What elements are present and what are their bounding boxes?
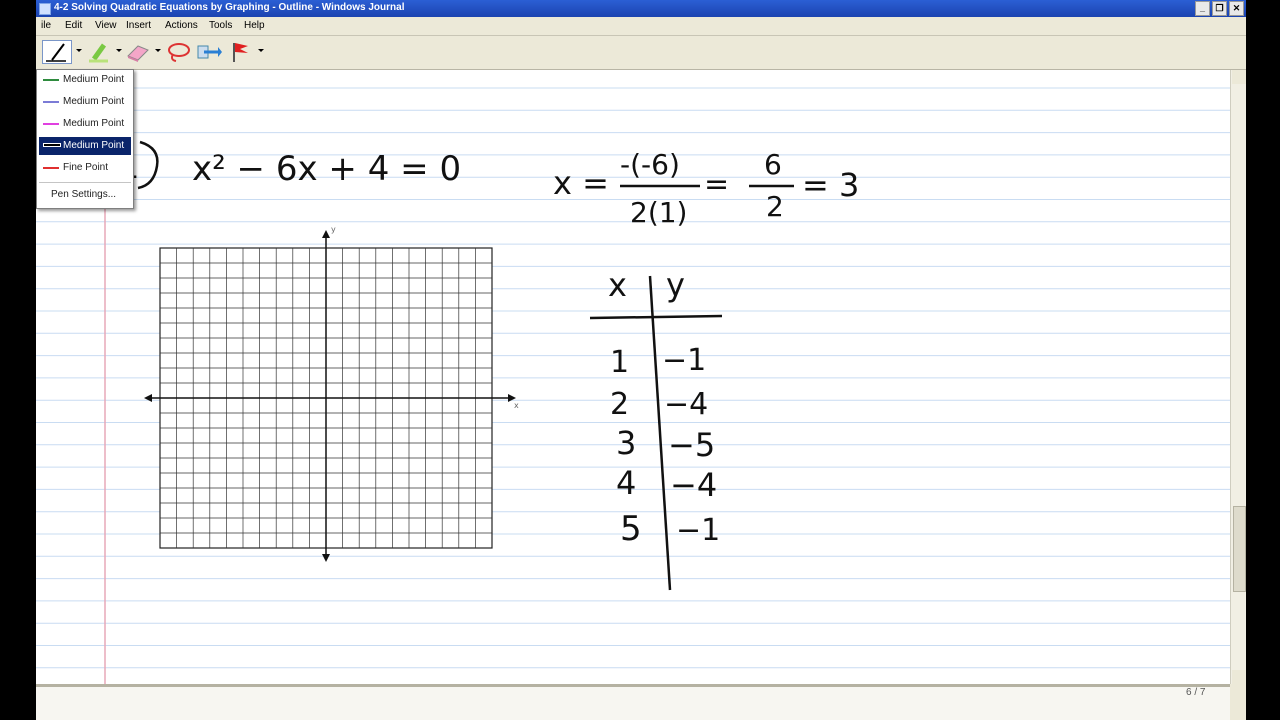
menu-separator	[39, 182, 131, 183]
y-axis-down-arrow	[322, 554, 330, 562]
scroll-down-button[interactable]	[1232, 670, 1246, 684]
insert-space-icon	[197, 45, 222, 59]
menu-actions[interactable]: Actions	[165, 20, 198, 31]
pen-menu-item-green[interactable]: Medium Point	[39, 71, 131, 89]
table-row-2-y: −4	[664, 387, 708, 422]
y-axis-label: y	[331, 225, 336, 234]
table-header-x: x	[608, 266, 627, 304]
table-row-2-x: 2	[610, 387, 629, 422]
x-axis-left-arrow	[144, 394, 152, 402]
eraser-icon	[127, 45, 149, 62]
menu-help[interactable]: Help	[244, 20, 265, 31]
pen-tool-button[interactable]	[42, 40, 72, 64]
page-status-bar: 6 / 7	[36, 684, 1230, 720]
black-pen-swatch	[43, 143, 61, 147]
journal-window: 4-2 Solving Quadratic Equations by Graph…	[36, 0, 1246, 720]
scrollbar-corner	[1230, 684, 1246, 720]
menu-bar: ile Edit View Insert Actions Tools Help	[36, 17, 1246, 36]
magenta-pen-swatch	[43, 123, 59, 125]
left-black-border	[0, 0, 36, 720]
xy-table: x y 1 −1 2 −4 3 −5 4 −4 5 −1	[589, 266, 723, 591]
title-bar[interactable]: 4-2 Solving Quadratic Equations by Graph…	[36, 0, 1246, 17]
table-header-rule	[589, 314, 723, 320]
equals-sign: =	[704, 167, 729, 202]
lasso-tool-button[interactable]	[164, 40, 192, 64]
note-page[interactable]: 1 x² − 6x + 4 = 0 x = -(-6) 2(1) = 6 2 =…	[36, 70, 1230, 684]
highlighter-dropdown-arrow[interactable]	[116, 49, 122, 52]
menu-insert[interactable]: Insert	[126, 20, 151, 31]
pen-menu-item-magenta[interactable]: Medium Point	[39, 115, 131, 133]
insert-space-button[interactable]	[196, 40, 222, 64]
minimize-button[interactable]: _	[1195, 1, 1210, 16]
toolbar	[36, 36, 1246, 70]
menu-tools[interactable]: Tools	[209, 20, 232, 31]
close-button[interactable]: ✕	[1229, 1, 1244, 16]
red-pen-swatch	[43, 167, 59, 169]
vertex-result: = 3	[802, 166, 859, 204]
flag-tool-button[interactable]	[228, 40, 254, 64]
scroll-up-button[interactable]	[1232, 70, 1246, 84]
pen-menu: Medium Point Medium Point Medium Point M…	[36, 69, 134, 209]
table-row-5-x: 5	[620, 509, 642, 549]
quadratic-equation: x² − 6x + 4 = 0	[192, 149, 461, 189]
vertex-numerator: -(-6)	[620, 148, 680, 181]
blue-pen-swatch	[43, 101, 59, 103]
page-number: 6 / 7	[1186, 687, 1206, 698]
simplified-numerator: 6	[764, 148, 782, 181]
green-pen-swatch	[43, 79, 59, 81]
table-row-1-y: −1	[662, 343, 706, 378]
vertex-calculation: x = -(-6) 2(1) = 6 2 = 3	[553, 148, 859, 229]
maximize-button[interactable]: ❐	[1212, 1, 1227, 16]
pen-menu-item-black[interactable]: Medium Point	[39, 137, 131, 155]
flag-icon	[233, 43, 248, 62]
scroll-thumb[interactable]	[1233, 506, 1246, 592]
table-column-divider	[648, 275, 672, 591]
problem-number-circle	[137, 140, 159, 190]
window-title: 4-2 Solving Quadratic Equations by Graph…	[54, 2, 405, 13]
table-row-1-x: 1	[610, 345, 629, 380]
table-row-5-y: −1	[676, 513, 720, 548]
table-row-3-y: −5	[668, 426, 715, 464]
menu-view[interactable]: View	[95, 20, 117, 31]
eraser-dropdown-arrow[interactable]	[155, 49, 161, 52]
vertex-x-equals: x =	[553, 164, 609, 202]
x-axis-label: x	[514, 401, 519, 410]
ruled-paper: 1 x² − 6x + 4 = 0 x = -(-6) 2(1) = 6 2 =…	[36, 70, 1230, 684]
y-axis-up-arrow	[322, 230, 330, 238]
right-black-border	[1246, 0, 1280, 720]
journal-app-icon	[39, 3, 51, 15]
table-row-4-x: 4	[616, 464, 636, 502]
pen-settings-item[interactable]: Pen Settings...	[51, 189, 116, 200]
highlighter-icon	[89, 43, 108, 63]
table-row-4-y: −4	[670, 466, 717, 504]
eraser-tool-button[interactable]	[124, 40, 152, 64]
flag-dropdown-arrow[interactable]	[258, 49, 264, 52]
lasso-icon	[168, 43, 190, 62]
simplified-denominator: 2	[766, 190, 784, 223]
pen-dropdown-arrow[interactable]	[76, 49, 82, 52]
vertex-denominator: 2(1)	[630, 196, 687, 229]
table-header-y: y	[666, 266, 685, 304]
menu-edit[interactable]: Edit	[65, 20, 82, 31]
pen-menu-item-blue[interactable]: Medium Point	[39, 93, 131, 111]
pen-menu-item-red-fine[interactable]: Fine Point	[39, 159, 131, 177]
menu-file[interactable]: ile	[41, 20, 51, 31]
table-row-3-x: 3	[616, 424, 636, 462]
pen-icon	[42, 40, 72, 64]
vertical-scrollbar[interactable]	[1230, 70, 1246, 684]
highlighter-tool-button[interactable]	[86, 40, 112, 64]
